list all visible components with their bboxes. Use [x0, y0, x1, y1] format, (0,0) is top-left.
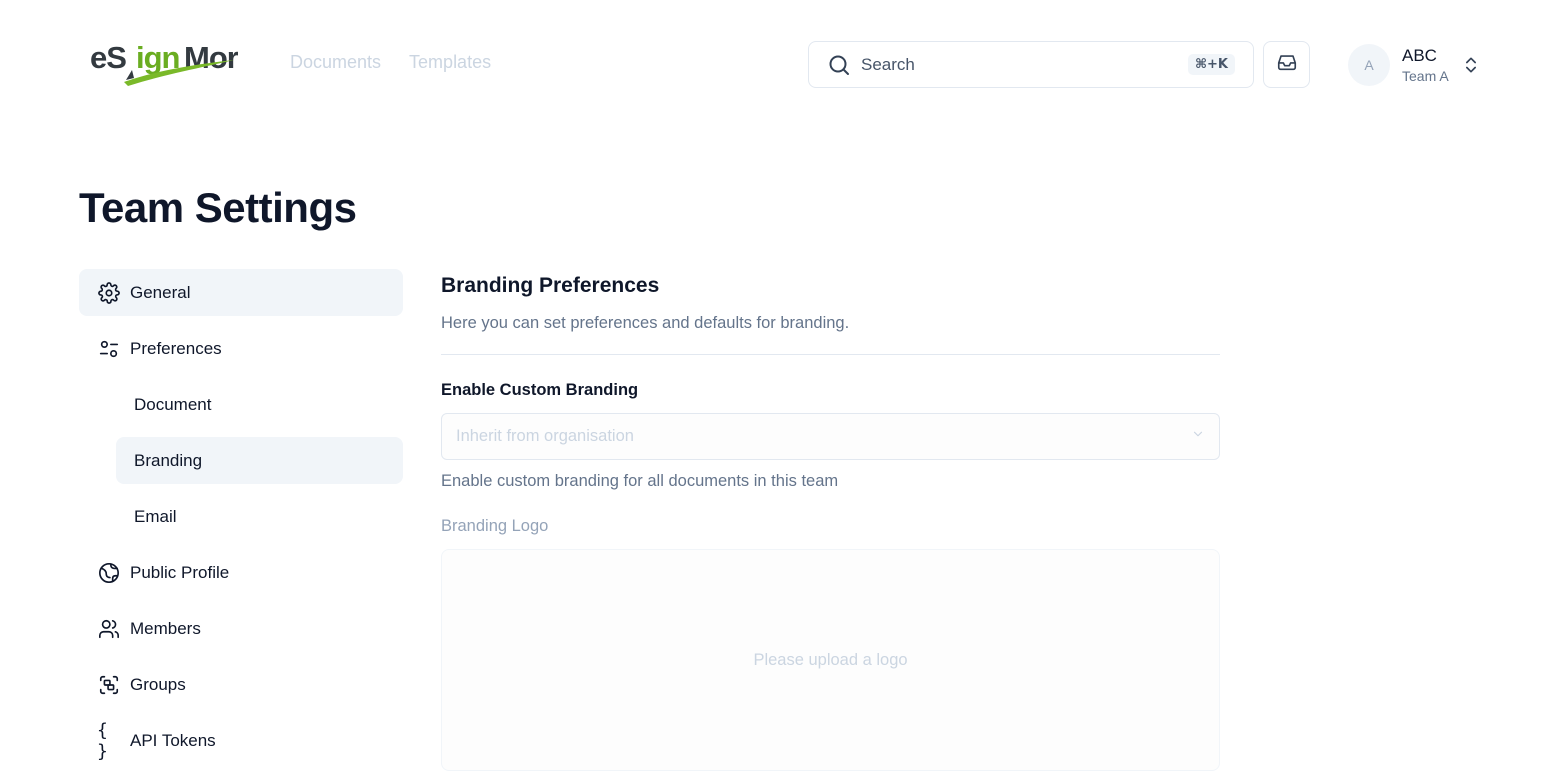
sidebar-item-members[interactable]: Members: [79, 605, 403, 652]
globe-icon: [97, 561, 121, 585]
nav-documents[interactable]: Documents: [290, 52, 381, 73]
page-title: Team Settings: [79, 184, 357, 231]
branding-logo-label: Branding Logo: [441, 517, 549, 535]
svg-text:eS: eS: [90, 40, 126, 75]
sidebar-item-label: Members: [130, 618, 201, 638]
sidebar-item-label: API Tokens: [130, 730, 216, 750]
section-description: Here you can set preferences and default…: [441, 314, 850, 332]
sidebar-item-label: Branding: [134, 450, 203, 470]
sidebar-item-label: Groups: [130, 674, 186, 694]
custom-branding-value: Inherit from organisation: [456, 427, 634, 445]
section-title: Branding Preferences: [441, 274, 660, 297]
users-icon: [97, 617, 121, 641]
account-details: ABC Team A: [1402, 45, 1449, 85]
sidebar-item-groups[interactable]: Groups: [79, 661, 403, 708]
sliders-icon: [97, 337, 121, 361]
sidebar-item-branding[interactable]: Branding: [116, 437, 403, 484]
sidebar-item-api-tokens[interactable]: { } API Tokens: [79, 717, 403, 764]
custom-branding-label: Enable Custom Branding: [441, 381, 639, 399]
upload-placeholder: Please upload a logo: [753, 650, 908, 669]
search-bar[interactable]: Search ⌘+K: [808, 41, 1254, 88]
sidebar-item-preferences[interactable]: Preferences: [79, 325, 403, 372]
sidebar-item-label: General: [130, 282, 191, 302]
chevron-down-icon: [1191, 427, 1205, 446]
search-icon: [827, 53, 851, 77]
braces-icon: { }: [97, 719, 108, 762]
svg-text:Mor: Mor: [184, 40, 238, 75]
groups-icon: [97, 673, 121, 697]
sidebar-item-email[interactable]: Email: [116, 493, 403, 540]
account-team: Team A: [1402, 68, 1449, 84]
branding-preferences-panel: Branding Preferences Here you can set pr…: [441, 270, 1220, 771]
account-switcher[interactable]: A ABC Team A: [1348, 43, 1481, 87]
search-label: Search: [861, 54, 915, 74]
settings-sidebar: General Preferences Document Branding Em…: [79, 269, 403, 773]
sidebar-item-general[interactable]: General: [79, 269, 403, 316]
main-nav: Documents Templates: [290, 52, 491, 73]
sidebar-item-label: Public Profile: [130, 562, 230, 582]
page: eS ign Mor Documents Templates Search ⌘+…: [0, 0, 1568, 778]
gear-icon: [97, 281, 121, 305]
custom-branding-select[interactable]: Inherit from organisation: [441, 413, 1220, 460]
account-name: ABC: [1402, 46, 1437, 65]
avatar: A: [1348, 44, 1390, 86]
sidebar-item-public-profile[interactable]: Public Profile: [79, 549, 403, 596]
search-shortcut-badge: ⌘+K: [1187, 54, 1235, 75]
branding-logo-upload[interactable]: Please upload a logo: [441, 549, 1220, 771]
top-header: eS ign Mor Documents Templates Search ⌘+…: [0, 0, 1568, 128]
sidebar-item-label: Email: [134, 506, 177, 526]
inbox-icon: [1276, 51, 1298, 78]
chevron-up-down-icon: [1461, 55, 1481, 75]
sidebar-item-label: Document: [134, 394, 212, 414]
divider: [441, 354, 1220, 355]
sidebar-item-label: Preferences: [130, 338, 222, 358]
custom-branding-help: Enable custom branding for all documents…: [441, 472, 839, 490]
esignmor-logo[interactable]: eS ign Mor: [88, 30, 238, 88]
nav-templates[interactable]: Templates: [409, 52, 491, 73]
sidebar-item-document[interactable]: Document: [116, 381, 403, 428]
inbox-button[interactable]: [1263, 41, 1310, 88]
